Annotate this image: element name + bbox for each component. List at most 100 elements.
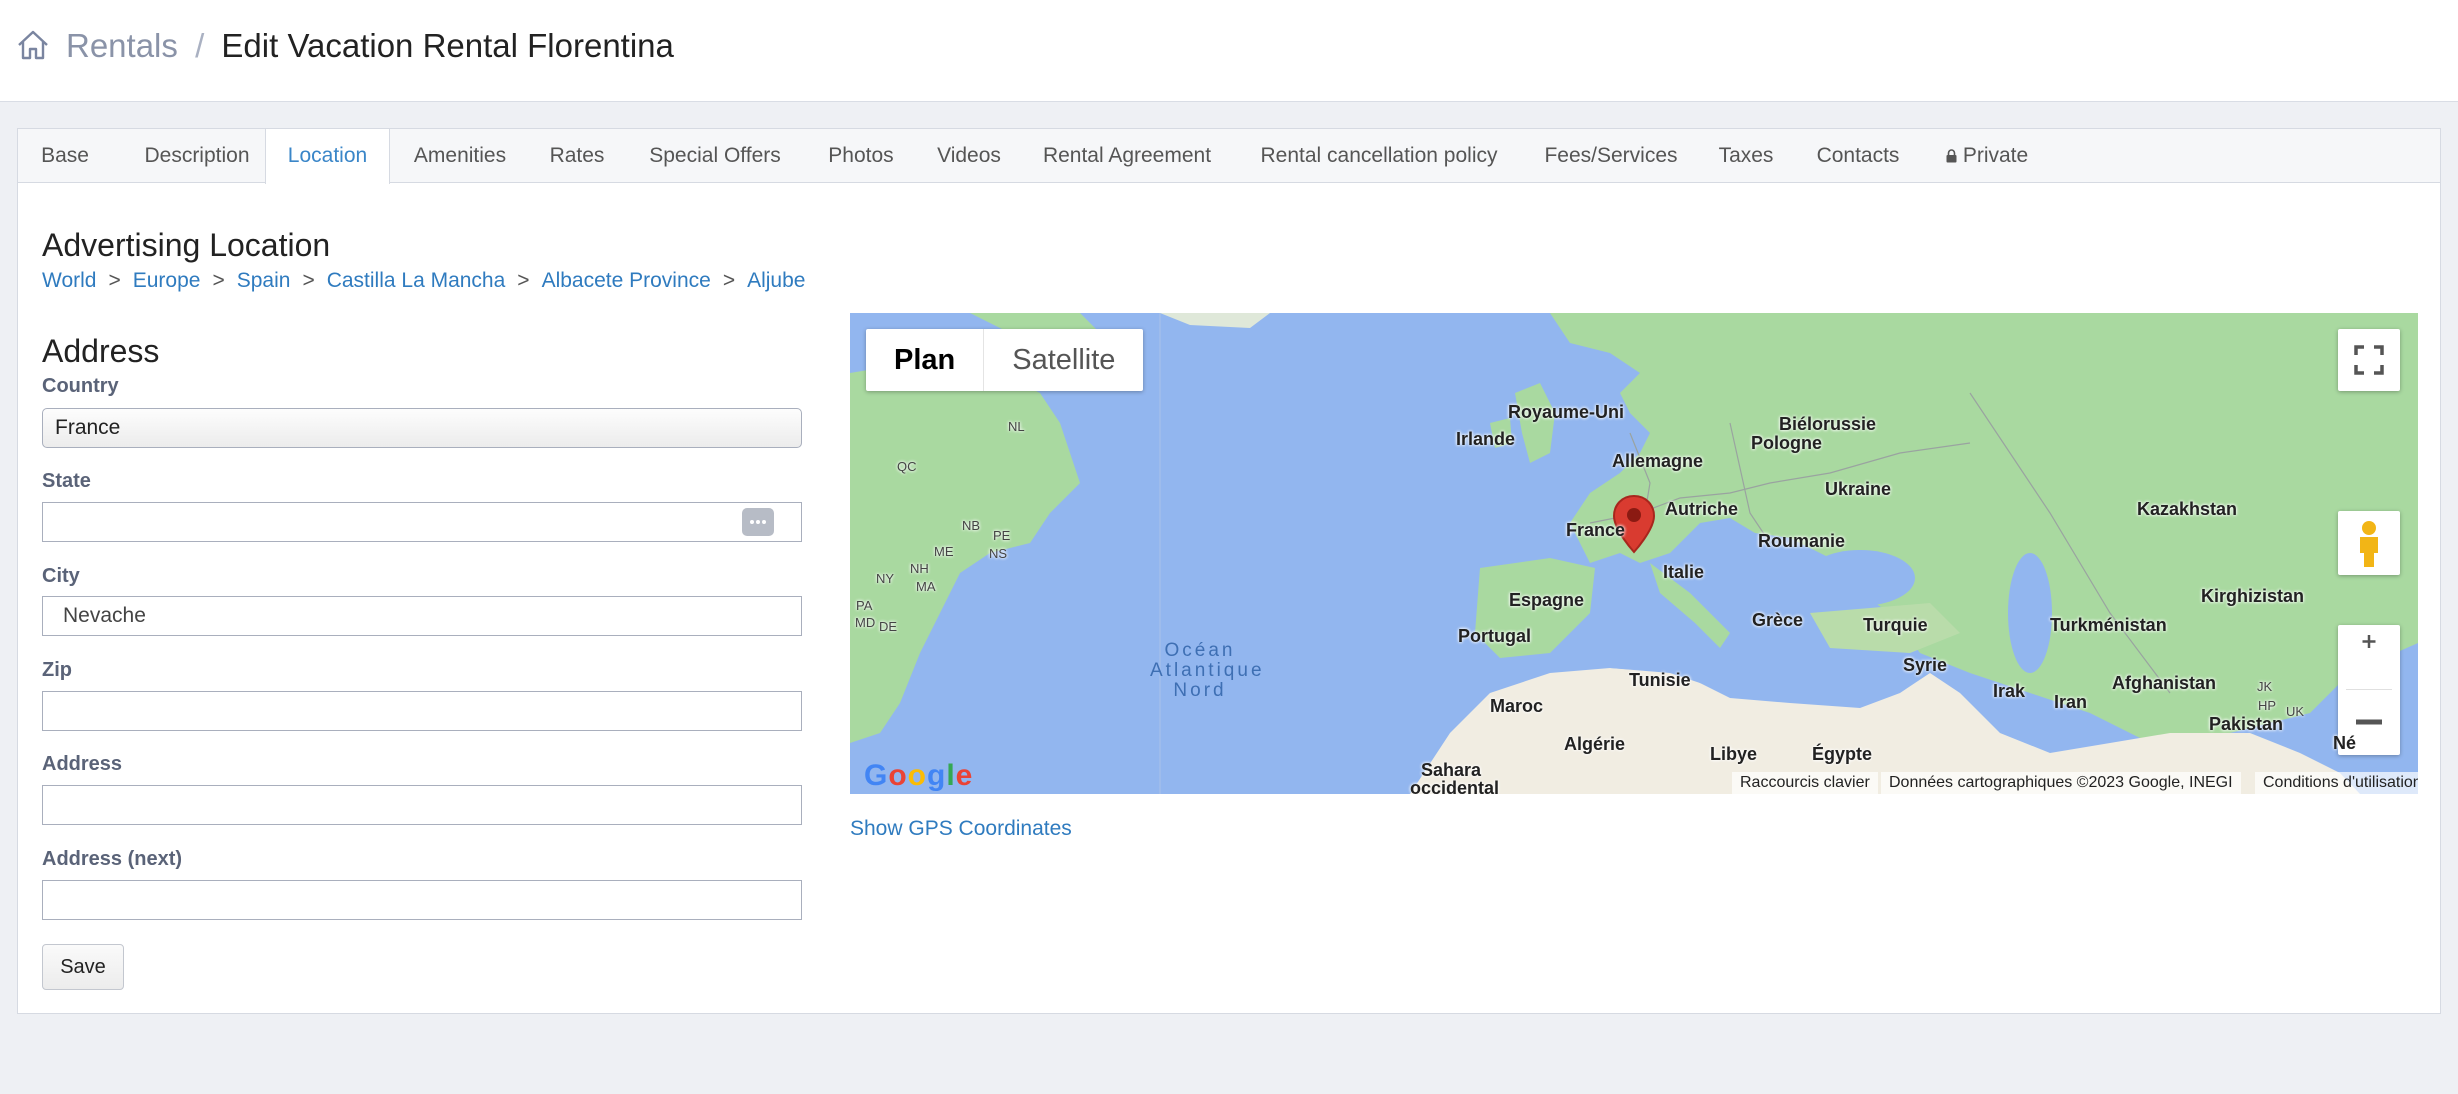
city-label: City (42, 565, 80, 587)
map-label: MD (855, 615, 876, 630)
path-spain-link[interactable]: Spain (237, 269, 291, 292)
tab-rental-cancellation-policy[interactable]: Rental cancellation policy (1232, 129, 1526, 183)
map-label: Tunisie (1629, 670, 1691, 690)
map-label: JK (2257, 679, 2273, 694)
map-label: HP (2258, 698, 2277, 713)
map-type-control: Plan Satellite (866, 329, 1144, 391)
map-label: Kazakhstan (2137, 499, 2238, 519)
map-label: Turquie (1863, 615, 1928, 635)
map-label: NL (1008, 419, 1025, 434)
map-label: Ukraine (1825, 479, 1892, 499)
path-separator: > (302, 269, 315, 292)
tab-base[interactable]: Base (18, 129, 112, 183)
tab-location[interactable]: Location (265, 129, 390, 184)
path-separator: > (517, 269, 530, 292)
address-input[interactable] (42, 785, 802, 825)
tab-bar: Base Description Location Amenities Rate… (18, 129, 2440, 184)
state-input[interactable] (42, 502, 802, 542)
path-aljube-link[interactable]: Aljube (747, 269, 805, 292)
map-label: Libye (1710, 744, 1758, 764)
map-label: Iran (2054, 692, 2088, 712)
path-separator: > (722, 269, 736, 292)
map-label: Grèce (1752, 610, 1804, 630)
tab-private[interactable]: Private (1920, 129, 2054, 183)
address-title: Address (42, 333, 160, 369)
map-label: Roumanie (1758, 531, 1846, 551)
map-label: occidental (1410, 778, 1500, 794)
map-label: NS (989, 546, 1008, 561)
map-label: Pakistan (2209, 714, 2284, 734)
map-label: Égypte (1812, 744, 1873, 764)
path-albacete-link[interactable]: Albacete Province (542, 269, 711, 292)
map-type-satellite-button[interactable]: Satellite (984, 329, 1143, 391)
lock-icon (1946, 149, 1957, 163)
path-castilla-link[interactable]: Castilla La Mancha (327, 269, 506, 292)
terms-link[interactable]: Conditions d'utilisation (2255, 772, 2418, 794)
tab-special-offers[interactable]: Special Offers (624, 129, 806, 183)
map-label: NH (910, 561, 929, 576)
map-label: Biélorussie (1779, 414, 1877, 434)
tab-fees-services[interactable]: Fees/Services (1526, 129, 1696, 183)
page-title: Edit Vacation Rental Florentina (221, 27, 674, 64)
pegman-icon (2360, 521, 2378, 567)
map-type-plan-button[interactable]: Plan (866, 329, 985, 391)
country-select[interactable]: France (42, 408, 802, 448)
path-separator: > (108, 269, 121, 292)
zip-input[interactable] (42, 691, 802, 731)
fullscreen-icon (2354, 345, 2384, 375)
map-label: Allemagne (1612, 451, 1704, 471)
google-logo: Google (864, 759, 974, 792)
ocean-label: Océan Atlantique Nord (1150, 640, 1265, 701)
map-label: Algérie (1564, 734, 1626, 754)
address-label: Address (42, 753, 123, 775)
map-label: ME (934, 544, 954, 559)
tab-taxes[interactable]: Taxes (1696, 129, 1796, 183)
map-label: Royaume-Uni (1508, 402, 1625, 422)
map-label: Portugal (1458, 626, 1532, 646)
city-input[interactable] (42, 596, 802, 636)
tab-rates[interactable]: Rates (530, 129, 624, 183)
fullscreen-button[interactable] (2338, 329, 2400, 391)
map-data-attribution: Données cartographiques ©2023 Google, IN… (1881, 772, 2241, 794)
tab-videos[interactable]: Videos (916, 129, 1022, 183)
breadcrumb-rentals-link[interactable]: Rentals (66, 27, 178, 64)
state-lookup-button[interactable] (742, 508, 774, 536)
tab-rental-agreement[interactable]: Rental Agreement (1022, 129, 1232, 183)
tab-contacts[interactable]: Contacts (1796, 129, 1920, 183)
street-view-button[interactable] (2338, 511, 2400, 575)
map-label: PA (856, 598, 873, 613)
advertising-location-title: Advertising Location (42, 227, 331, 263)
map-label: DE (879, 619, 898, 634)
map-label: Né (2333, 733, 2357, 753)
keyboard-shortcuts-link[interactable]: Raccourcis clavier (1732, 772, 1878, 794)
map[interactable]: Plan Satellite Royaume-Uni Irlande Biélo… (850, 313, 2418, 794)
zip-label: Zip (42, 659, 72, 681)
map-label: Afghanistan (2112, 673, 2217, 693)
map-label: QC (897, 459, 917, 474)
top-bar: Rentals / Edit Vacation Rental Florentin… (0, 0, 2458, 102)
tab-amenities[interactable]: Amenities (390, 129, 530, 183)
map-label: Italie (1663, 562, 1705, 582)
path-separator: > (212, 269, 225, 292)
address-next-input[interactable] (42, 880, 802, 920)
map-label: Turkménistan (2050, 615, 2167, 635)
map-label: Pologne (1751, 433, 1822, 453)
breadcrumb: Rentals / Edit Vacation Rental Florentin… (66, 26, 674, 66)
country-label: Country (42, 375, 119, 397)
home-icon[interactable] (16, 28, 50, 62)
map-label: Kirghizistan (2201, 586, 2305, 606)
map-label: NY (876, 571, 895, 586)
save-button[interactable]: Save (42, 944, 124, 990)
tab-photos[interactable]: Photos (806, 129, 916, 183)
map-label: Autriche (1665, 499, 1739, 519)
zoom-in-icon[interactable] (2338, 625, 2400, 690)
map-label: Syrie (1903, 655, 1948, 675)
path-world-link[interactable]: World (42, 269, 96, 292)
show-gps-coordinates-link[interactable]: Show GPS Coordinates (850, 817, 1072, 841)
tab-description[interactable]: Description (112, 129, 282, 183)
path-europe-link[interactable]: Europe (133, 269, 201, 292)
state-label: State (42, 470, 91, 492)
map-label: France (1566, 520, 1626, 540)
map-label: Irlande (1456, 429, 1516, 449)
map-label: Irak (1993, 681, 2026, 701)
